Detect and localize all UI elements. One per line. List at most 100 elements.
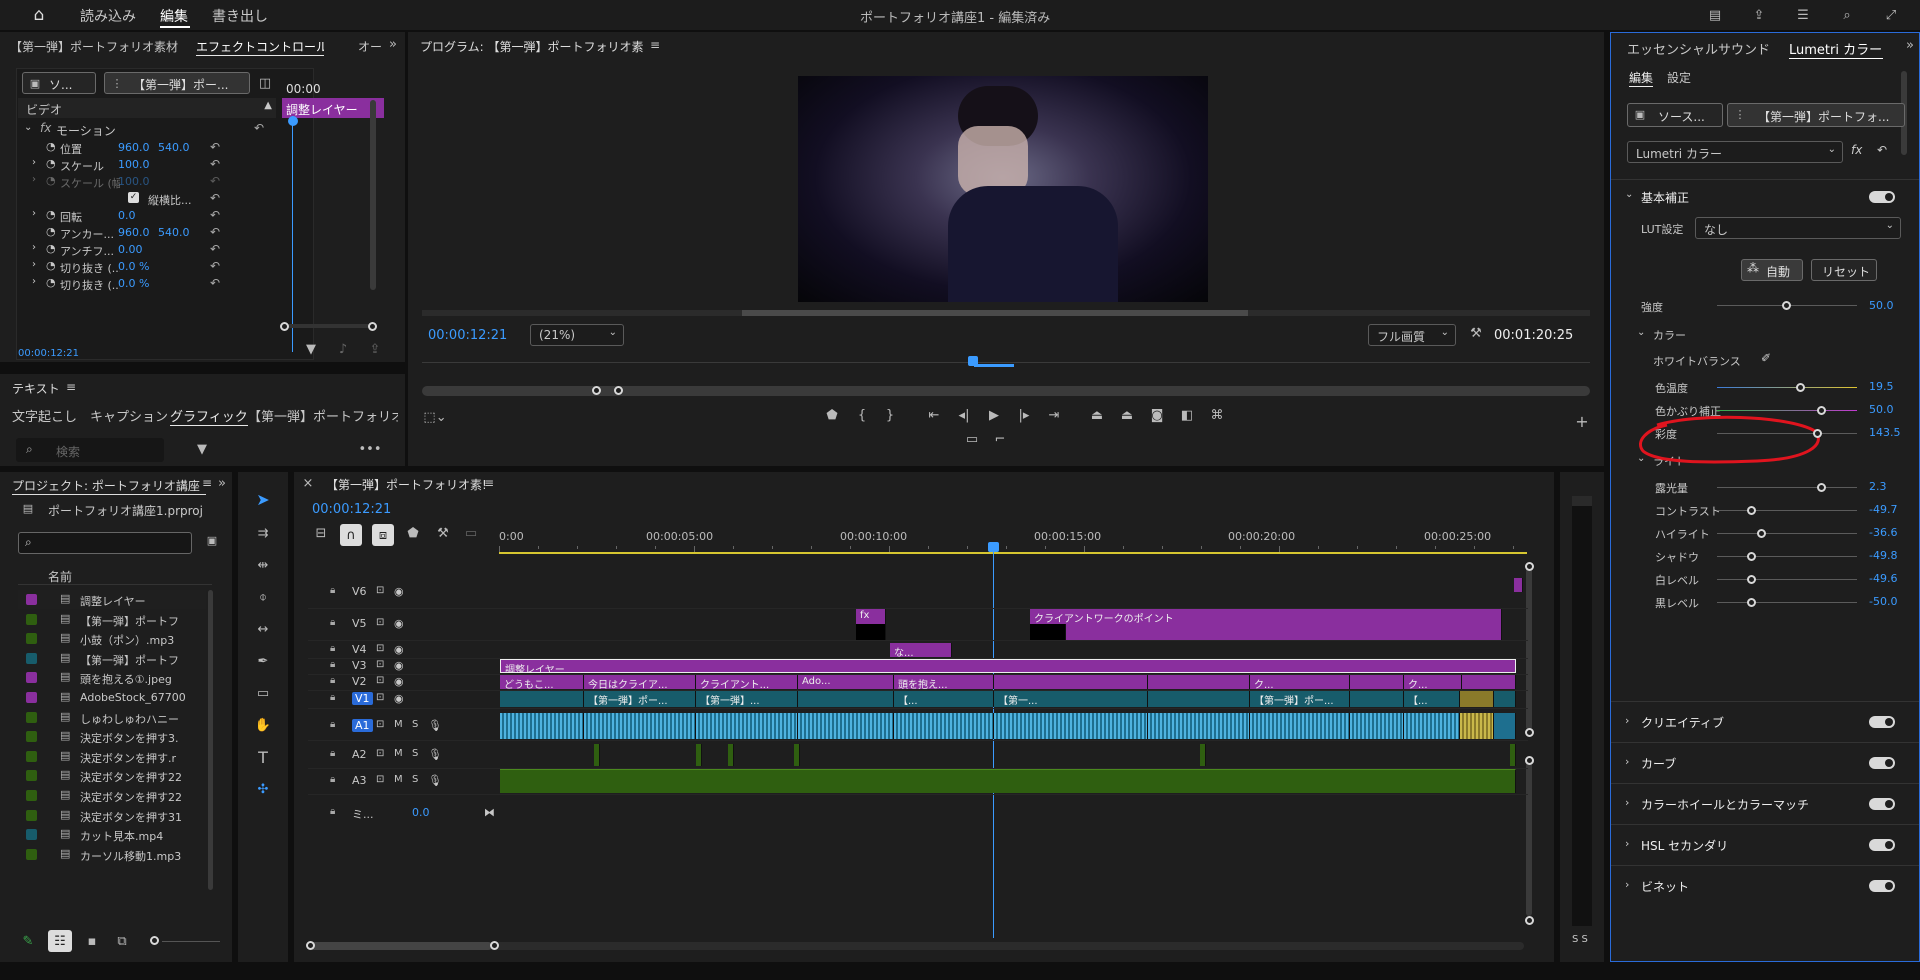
solo-button[interactable]: S [412, 748, 418, 759]
clip[interactable]: fx [856, 609, 886, 624]
intensity-knob[interactable] [1782, 301, 1791, 310]
project-title[interactable]: プロジェクト: ポートフォリオ講座 [12, 477, 206, 495]
list-item[interactable]: ▤ 頭を抱える①.jpeg [18, 668, 206, 687]
property-value[interactable]: 100.0 [118, 158, 150, 171]
label-color-swatch[interactable] [26, 809, 37, 821]
track-name[interactable]: A2 [352, 748, 367, 761]
new-bin-icon[interactable]: ▣ [204, 534, 220, 547]
clip[interactable]: クライアント... [696, 675, 798, 689]
eye-icon[interactable]: ◉ [394, 617, 404, 630]
sync-lock-icon[interactable]: ⊡ [376, 675, 384, 686]
light_rows-row[interactable]: 黒レベル -50.0 [1611, 594, 1919, 612]
go-to-in-icon[interactable]: ⇤ [926, 408, 942, 423]
effect-property-row[interactable]: › ◔ 切り抜き (... 0.0 % ↶ [18, 259, 276, 276]
light_rows-row[interactable]: 露光量 2.3 [1611, 479, 1919, 497]
label-color-swatch[interactable] [26, 633, 37, 645]
play-icon[interactable]: ▶ [986, 408, 1002, 423]
reset-icon[interactable]: ↶ [210, 191, 220, 205]
marker-icon[interactable]: ⬟ [824, 408, 840, 423]
section-label[interactable]: カラーホイールとカラーマッチ [1641, 796, 1809, 813]
clip[interactable]: Ado... [798, 675, 894, 689]
pen-icon[interactable]: ✒ [252, 650, 274, 672]
reset-icon[interactable]: ↶ [210, 259, 220, 273]
reset-button[interactable]: リセット [1811, 259, 1877, 281]
slider-value[interactable]: -49.7 [1869, 503, 1897, 516]
stopwatch-icon[interactable]: ◔ [46, 225, 56, 238]
vr-icon[interactable]: ⌘ [1208, 408, 1226, 423]
scroll-knob[interactable] [1525, 916, 1534, 925]
slider-value[interactable]: -36.6 [1869, 526, 1897, 539]
section-toggle[interactable] [1869, 716, 1895, 728]
microphone-icon[interactable]: 🎙︎ [428, 748, 442, 761]
effect-property-row[interactable]: ✓ 縦横比... ↶ [18, 191, 276, 208]
clip[interactable] [1460, 691, 1494, 707]
audio-clip[interactable] [500, 769, 1516, 793]
clip[interactable] [1462, 675, 1516, 689]
track-name[interactable]: V4 [352, 643, 367, 656]
section-label[interactable]: カーブ [1641, 755, 1676, 772]
wrench-icon[interactable]: ⚒ [434, 526, 452, 541]
slider-knob[interactable] [1747, 552, 1756, 561]
slider-value[interactable]: 2.3 [1869, 480, 1887, 493]
section-2[interactable]: › カラーホイールとカラーマッチ [1611, 783, 1919, 823]
list-icon[interactable]: ☰ [1794, 6, 1812, 24]
effect-playhead-head[interactable] [288, 116, 298, 126]
tab-settings[interactable]: 設定 [1667, 69, 1691, 86]
zoom-slider[interactable] [162, 941, 220, 942]
slider-knob[interactable] [1817, 406, 1826, 415]
audio-clip[interactable] [994, 713, 1148, 739]
slider-knob[interactable] [1757, 529, 1766, 538]
razor-icon[interactable]: ⌽ [252, 586, 274, 608]
section-label[interactable]: クリエイティブ [1641, 714, 1724, 731]
slider-knob[interactable] [1796, 383, 1805, 392]
slider-knob[interactable] [1747, 506, 1756, 515]
slider-track[interactable] [1717, 533, 1857, 534]
sync-lock-icon[interactable]: ⊡ [376, 617, 384, 628]
audio-clip[interactable] [1350, 713, 1404, 739]
audio-clip[interactable] [1148, 713, 1250, 739]
mute-button[interactable]: M [394, 748, 403, 759]
guide-icon[interactable]: ⌐ [992, 432, 1008, 447]
audio-clip[interactable] [696, 713, 798, 739]
share-icon[interactable]: ⇪ [1750, 6, 1768, 24]
zoom-handle-left[interactable] [280, 322, 289, 331]
tab-transcribe[interactable]: 文字起こし [12, 406, 77, 425]
list-item[interactable]: ▤ 決定ボタンを押す22 [18, 766, 206, 785]
track-header-v1[interactable]: 🔒︎ V1 ⊡ ◉ [308, 690, 498, 708]
tab-edit[interactable]: 編集 [1629, 69, 1654, 87]
freeform-view-icon[interactable]: ⧉ [112, 934, 132, 949]
project-scrollbar[interactable] [208, 590, 213, 890]
clip[interactable]: 調整レイヤー [500, 659, 1516, 673]
more-icon[interactable]: ••• [359, 442, 382, 457]
section-label[interactable]: HSL セカンダリ [1641, 837, 1728, 854]
tab-captions[interactable]: キャプション [90, 406, 168, 425]
list-item[interactable]: ▤ 小鼓（ポン）.mp3 [18, 629, 206, 648]
zoom-slider-knob[interactable] [150, 936, 159, 945]
tab-graphics[interactable]: グラフィック [170, 406, 248, 426]
expand-icon[interactable]: ⤢ [1882, 6, 1900, 24]
lumetri-effect-select[interactable]: Lumetri カラー ⌄ [1627, 141, 1843, 163]
lock-icon[interactable]: 🔒︎ [330, 659, 335, 670]
chevron-right-icon[interactable]: › [32, 259, 36, 270]
microphone-icon[interactable]: 🎙︎ [428, 774, 442, 787]
clip[interactable] [1494, 691, 1516, 707]
sync-lock-icon[interactable]: ⊡ [376, 774, 384, 785]
basic-correction-toggle[interactable] [1869, 191, 1895, 203]
label-color-swatch[interactable] [26, 848, 37, 860]
label-color-swatch[interactable] [26, 750, 37, 762]
section-3[interactable]: › HSL セカンダリ [1611, 824, 1919, 864]
tab-lumetri-color[interactable]: Lumetri カラー [1789, 39, 1883, 59]
lift-icon[interactable]: ⏏ [1088, 408, 1106, 423]
program-ruler[interactable] [422, 362, 1590, 363]
light_rows-row[interactable]: 白レベル -49.6 [1611, 571, 1919, 589]
menu-icon[interactable]: ≡ [484, 476, 494, 490]
audio-track-scrollbar[interactable] [1526, 756, 1532, 916]
label-color-swatch[interactable] [26, 790, 37, 801]
close-icon[interactable]: × [302, 476, 314, 491]
chevron-right-icon[interactable]: › [32, 242, 36, 253]
track-header-v4[interactable]: 🔒︎ V4 ⊡ ◉ [308, 642, 498, 658]
list-item[interactable]: ▤ 決定ボタンを押す3. [18, 727, 206, 746]
chevron-right-icon[interactable]: › [1625, 837, 1629, 850]
property-value[interactable]: 0.0 % [118, 277, 149, 290]
slider-value[interactable]: 50.0 [1869, 403, 1894, 416]
